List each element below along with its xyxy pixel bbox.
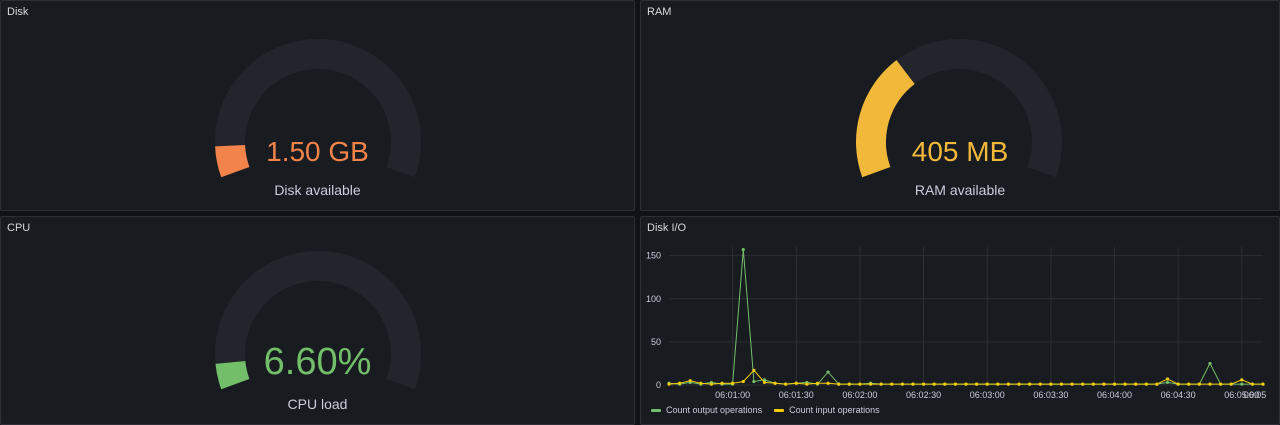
input-data-point	[921, 382, 926, 386]
input-data-point	[773, 381, 777, 385]
input-data-point	[1017, 382, 1021, 386]
input-series-swatch	[774, 408, 785, 412]
ram-panel: RAM 405 MB RAM available	[640, 0, 1280, 211]
cpu-gauge	[215, 251, 421, 390]
input-data-point	[985, 382, 989, 386]
y-tick-label: 100	[646, 294, 661, 304]
input-data-point	[1187, 382, 1191, 386]
chart-legend: Count output operations Count input oper…	[651, 405, 880, 415]
input-data-point	[678, 381, 682, 385]
input-data-point	[1229, 382, 1233, 386]
input-data-point	[858, 382, 862, 386]
input-data-point	[975, 382, 979, 386]
output-data-point	[1165, 380, 1170, 385]
y-tick-label: 50	[651, 337, 661, 347]
input-data-point	[953, 382, 957, 386]
output-data-point	[1208, 361, 1212, 366]
disk-gauge	[215, 39, 421, 178]
y-tick-label: 0	[656, 380, 661, 390]
disk-io-chart[interactable]: 0 50 100 150 06:01:00 06:01:30 06:02:00 06:02:3…	[641, 217, 1280, 425]
input-data-point	[1176, 382, 1180, 386]
ram-gauge	[856, 39, 1062, 178]
input-data-point	[731, 381, 735, 385]
input-data-point	[1197, 382, 1201, 386]
output-data-point	[1240, 382, 1244, 386]
input-data-point	[752, 368, 756, 372]
legend-label-output: Count output operations	[666, 405, 763, 415]
input-data-point	[1250, 382, 1254, 386]
cpu-value: 6.60%	[263, 341, 372, 383]
input-data-point	[932, 382, 936, 386]
input-data-point	[964, 382, 968, 386]
input-data-point	[762, 380, 767, 385]
cpu-panel: CPU 6.60% CPU load	[0, 216, 635, 425]
input-data-point	[1155, 382, 1159, 386]
input-data-point	[1123, 382, 1127, 386]
output-data-point	[741, 247, 745, 252]
input-data-point	[784, 382, 788, 386]
input-data-point	[996, 382, 1000, 386]
input-data-point	[699, 381, 703, 385]
input-data-point	[943, 382, 947, 386]
input-data-point	[900, 382, 904, 386]
input-data-point	[1240, 378, 1244, 382]
input-data-point	[1134, 382, 1138, 386]
input-data-point	[1038, 382, 1042, 386]
input-data-point	[911, 382, 915, 386]
x-tick-label: 06:02:30	[906, 390, 941, 400]
ram-label: RAM available	[914, 182, 1006, 198]
input-data-point	[1091, 382, 1095, 386]
input-data-point	[1028, 382, 1032, 386]
input-data-point	[868, 382, 873, 386]
x-tick-label: 06:04:00	[1097, 390, 1132, 400]
x-tick-label: 06:02:00	[842, 390, 877, 400]
output-series-line	[668, 249, 1263, 385]
output-data-point	[826, 370, 830, 374]
x-tick-label: 06:01:30	[779, 390, 814, 400]
disk-panel: Disk 1.50 GB Disk available	[0, 0, 635, 211]
x-tick-label: 06:03:30	[1033, 390, 1068, 400]
input-data-point	[1059, 382, 1064, 386]
input-data-point	[837, 382, 841, 386]
input-data-point	[847, 382, 851, 386]
legend-item-input[interactable]: Count input operations	[774, 405, 880, 415]
output-series-swatch	[651, 408, 661, 412]
cpu-label: CPU load	[287, 396, 348, 412]
input-data-point	[805, 382, 809, 386]
input-data-point	[1144, 382, 1148, 386]
x-tick-label: 06:01:00	[715, 390, 750, 400]
input-data-point	[826, 381, 830, 385]
input-data-point	[1006, 382, 1011, 386]
input-data-point	[667, 382, 671, 386]
disk-io-panel: Disk I/O 0 50 100 150 06:01:00 06:01:30 06:02:…	[640, 216, 1280, 425]
input-data-point	[1261, 382, 1265, 386]
x-tick-label: 06:04:30	[1161, 390, 1196, 400]
legend-item-output[interactable]: Count output operations	[651, 405, 762, 415]
disk-label: Disk available	[274, 182, 361, 198]
legend-label-input: Count input operations	[789, 405, 880, 415]
input-data-point	[720, 381, 724, 385]
input-data-point	[1112, 382, 1117, 386]
output-data-point	[752, 379, 756, 384]
input-data-point	[1049, 382, 1053, 386]
input-data-point	[688, 379, 692, 383]
input-data-point	[1102, 382, 1106, 386]
input-data-point	[890, 382, 894, 386]
disk-value: 1.50 GB	[266, 136, 369, 167]
input-data-point	[1070, 382, 1074, 386]
input-data-point	[709, 382, 714, 386]
y-tick-label: 150	[646, 251, 661, 261]
input-data-point	[879, 382, 883, 386]
input-data-point	[1081, 382, 1085, 386]
input-data-point	[1218, 382, 1223, 386]
x-tick-label: 06:05	[1244, 390, 1267, 400]
input-data-point	[1208, 382, 1212, 386]
input-data-point	[741, 379, 745, 384]
x-tick-label: 06:03:00	[970, 390, 1005, 400]
input-data-point	[815, 381, 820, 385]
ram-value: 405 MB	[911, 136, 1009, 167]
input-data-point	[794, 381, 798, 385]
input-series-line	[668, 369, 1263, 385]
input-data-point	[1165, 377, 1170, 381]
